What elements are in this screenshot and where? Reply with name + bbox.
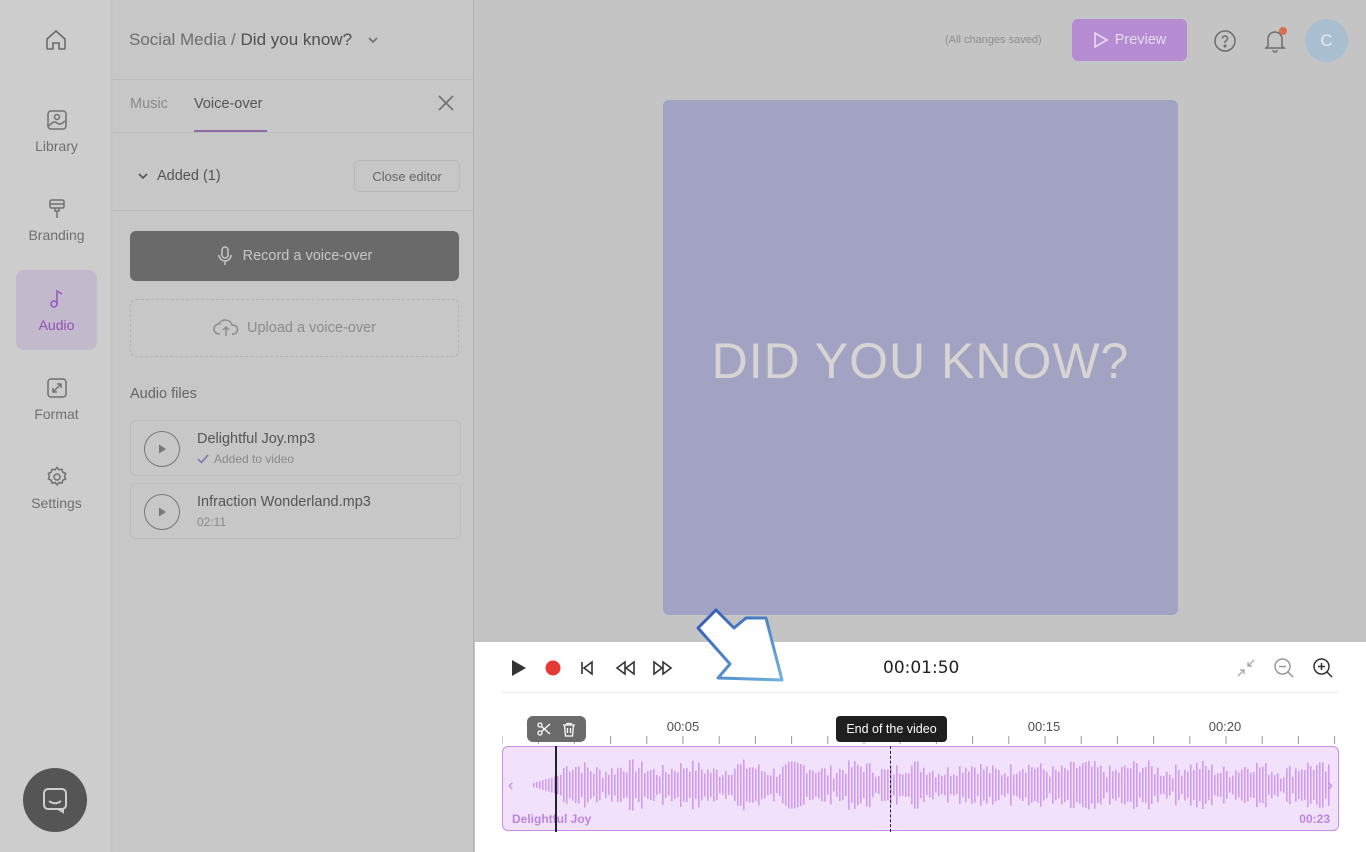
save-status: (All changes saved) bbox=[945, 34, 1042, 46]
image-icon bbox=[46, 110, 67, 130]
rail-item-settings[interactable]: Settings bbox=[16, 448, 97, 528]
collapse-button[interactable] bbox=[1234, 656, 1258, 680]
track-name: Delightful Joy bbox=[512, 812, 592, 826]
avatar[interactable]: C bbox=[1305, 19, 1348, 62]
audio-files-heading: Audio files bbox=[130, 386, 197, 402]
check-icon bbox=[197, 454, 209, 464]
file-status-label: Added to video bbox=[214, 452, 295, 466]
zoom-out-icon bbox=[1274, 658, 1294, 678]
rail-label-library: Library bbox=[35, 138, 78, 154]
skip-to-start-button[interactable] bbox=[575, 656, 599, 680]
zoom-out-button[interactable] bbox=[1272, 656, 1296, 680]
fast-forward-icon bbox=[653, 660, 673, 676]
tab-voice-over[interactable]: Voice-over bbox=[194, 96, 263, 112]
record-button[interactable] bbox=[541, 656, 565, 680]
file-status: Added to video bbox=[197, 452, 294, 466]
record-icon bbox=[545, 660, 561, 676]
rail-item-branding[interactable]: Branding bbox=[16, 180, 97, 260]
added-label: Added (1) bbox=[157, 168, 221, 184]
chevron-down-icon[interactable] bbox=[366, 33, 380, 47]
rewind-button[interactable] bbox=[613, 656, 637, 680]
upload-voice-over-button[interactable]: Upload a voice-over bbox=[130, 299, 459, 357]
active-tab-indicator bbox=[194, 130, 267, 132]
tab-music[interactable]: Music bbox=[130, 96, 168, 112]
breadcrumb[interactable]: Social Media / Did you know? bbox=[129, 30, 352, 50]
chat-icon bbox=[43, 788, 67, 814]
audio-track-clip[interactable]: ‹ › Delightful Joy 00:23 bbox=[502, 746, 1339, 831]
timeline-panel: 00:01:50 00:05 00:15 00:20 End of the vi… bbox=[475, 642, 1366, 852]
added-section: Added (1) Close editor bbox=[113, 158, 473, 211]
trash-icon[interactable] bbox=[562, 722, 576, 737]
chat-launcher-button[interactable] bbox=[23, 768, 87, 832]
audio-waveform bbox=[533, 759, 1330, 811]
audio-editor-panel: Social Media / Did you know? Music Voice… bbox=[113, 0, 474, 852]
home-button[interactable] bbox=[0, 0, 112, 80]
video-canvas[interactable]: DID YOU KNOW? bbox=[663, 100, 1178, 615]
project-header: Social Media / Did you know? bbox=[113, 0, 473, 80]
playhead[interactable] bbox=[555, 746, 557, 832]
rewind-icon bbox=[615, 660, 635, 676]
rail-label-branding: Branding bbox=[28, 227, 85, 243]
notification-badge bbox=[1279, 27, 1287, 35]
audio-file-card[interactable]: Delightful Joy.mp3 Added to video bbox=[130, 420, 461, 476]
play-icon bbox=[159, 507, 166, 517]
clip-toolbar bbox=[527, 716, 586, 742]
close-icon[interactable] bbox=[437, 94, 455, 112]
breadcrumb-parent[interactable]: Social Media / bbox=[129, 30, 236, 49]
gear-icon bbox=[46, 466, 67, 487]
close-editor-button[interactable]: Close editor bbox=[354, 160, 460, 192]
zoom-in-button[interactable] bbox=[1311, 656, 1335, 680]
record-voice-over-button[interactable]: Record a voice-over bbox=[130, 231, 459, 281]
file-name: Infraction Wonderland.mp3 bbox=[197, 494, 371, 510]
fast-forward-button[interactable] bbox=[651, 656, 675, 680]
end-of-video-tooltip: End of the video bbox=[836, 716, 947, 742]
file-name: Delightful Joy.mp3 bbox=[197, 431, 316, 447]
project-name: Did you know? bbox=[240, 29, 353, 49]
trim-right-handle[interactable]: › bbox=[1328, 777, 1333, 795]
collapse-icon bbox=[1237, 659, 1255, 677]
timeline-divider bbox=[502, 692, 1338, 693]
home-icon bbox=[46, 29, 66, 50]
rail-label-settings: Settings bbox=[31, 495, 82, 511]
file-duration: 02:11 bbox=[197, 515, 227, 529]
end-of-video-marker bbox=[890, 746, 891, 832]
scissors-icon[interactable] bbox=[537, 722, 551, 736]
record-label: Record a voice-over bbox=[242, 248, 373, 264]
play-outline-icon bbox=[1093, 31, 1109, 49]
rail-item-library[interactable]: Library bbox=[16, 91, 97, 171]
canvas-headline[interactable]: DID YOU KNOW? bbox=[712, 332, 1130, 390]
audio-file-card[interactable]: Infraction Wonderland.mp3 02:11 bbox=[130, 483, 461, 539]
chevron-down-icon bbox=[138, 173, 148, 180]
music-note-icon bbox=[49, 289, 62, 308]
trim-left-handle[interactable]: ‹ bbox=[508, 777, 513, 795]
play-button[interactable] bbox=[507, 656, 531, 680]
skip-back-icon bbox=[581, 660, 593, 676]
rail-item-format[interactable]: Format bbox=[16, 359, 97, 439]
preview-button[interactable]: Preview bbox=[1072, 19, 1187, 61]
rail-label-format: Format bbox=[34, 406, 79, 422]
play-file-button[interactable] bbox=[144, 431, 180, 467]
rail-label-audio: Audio bbox=[38, 317, 75, 333]
added-toggle[interactable]: Added (1) bbox=[137, 168, 221, 184]
resize-icon bbox=[46, 378, 67, 398]
play-icon bbox=[512, 660, 526, 676]
play-file-button[interactable] bbox=[144, 494, 180, 530]
zoom-in-icon bbox=[1313, 658, 1333, 678]
upload-label: Upload a voice-over bbox=[247, 320, 376, 336]
rail-item-audio[interactable]: Audio bbox=[16, 270, 97, 350]
help-icon[interactable] bbox=[1213, 29, 1237, 53]
left-rail: Library Branding Audio Format Settings bbox=[0, 0, 112, 852]
cloud-upload-icon bbox=[213, 319, 239, 336]
track-duration: 00:23 bbox=[1299, 812, 1330, 826]
microphone-icon bbox=[217, 246, 232, 265]
pointer-arrow-icon bbox=[696, 608, 784, 682]
audio-tabs: Music Voice-over bbox=[113, 80, 473, 133]
preview-label: Preview bbox=[1114, 32, 1167, 48]
paint-roller-icon bbox=[48, 199, 65, 218]
current-timecode: 00:01:50 bbox=[883, 658, 960, 678]
play-icon bbox=[159, 444, 166, 454]
